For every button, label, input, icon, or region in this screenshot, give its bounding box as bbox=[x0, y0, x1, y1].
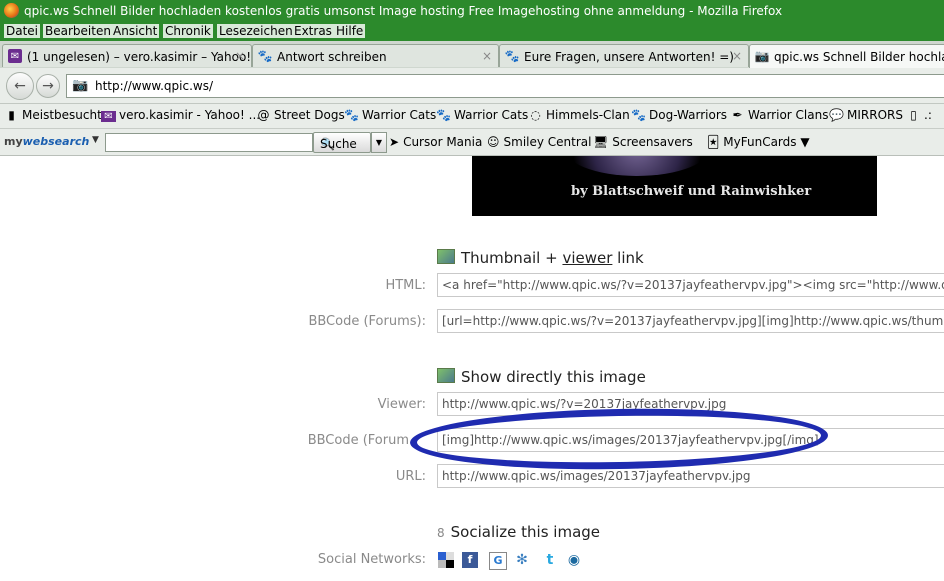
bookmark-mirrors[interactable]: 💬 MIRRORS bbox=[829, 108, 903, 124]
html-label: HTML: bbox=[385, 278, 426, 293]
bookmark-icon: ▮ bbox=[8, 108, 15, 122]
viewer-label: Viewer: bbox=[377, 397, 426, 412]
close-icon[interactable]: × bbox=[235, 49, 245, 63]
arrow-right-icon: → bbox=[42, 78, 54, 94]
mywebsearch-toolbar: mywebsearch ▼ 🔍 Suche ▼ ➤ Cursor Mania ☺ Sm… bbox=[0, 129, 944, 156]
bookmark-yahoo[interactable]: ✉ vero.kasimir - Yahoo! ... bbox=[101, 108, 260, 124]
tab-bar: ✉ (1 ungelesen) – vero.kasimir – Yahoo!.… bbox=[0, 41, 944, 69]
menu-extras[interactable]: Extras bbox=[292, 24, 334, 38]
menu-lesezeichen[interactable]: Lesezeichen bbox=[217, 24, 295, 38]
url-label: URL: bbox=[395, 469, 426, 484]
paw-icon: 🐾 bbox=[504, 49, 520, 63]
search-dropdown-button[interactable]: ▼ bbox=[371, 132, 387, 153]
search-input[interactable] bbox=[105, 133, 313, 152]
bookmark-himmels-clan[interactable]: ◌ Himmels-Clan bbox=[528, 108, 629, 124]
bookmark-warrior-cats-2[interactable]: 🐾 Warrior Cats bbox=[436, 108, 528, 124]
tab-eure-fragen[interactable]: 🐾 Eure Fragen, unsere Antworten! =) × bbox=[499, 44, 749, 67]
banner-artwork bbox=[562, 156, 712, 176]
paw-icon: 🐾 bbox=[257, 49, 273, 63]
tab-label: Antwort schreiben bbox=[277, 50, 387, 64]
bookmark-dog-warriors[interactable]: 🐾 Dog-Warriors bbox=[631, 108, 727, 124]
card-icon: 🃏 bbox=[707, 135, 720, 149]
feather-icon: ✒ bbox=[732, 108, 743, 122]
google-icon[interactable]: G bbox=[489, 552, 507, 570]
twitter-icon[interactable]: t bbox=[542, 552, 558, 568]
mywebsearch-logo: mywebsearch bbox=[4, 135, 90, 148]
link-cursor-mania[interactable]: ➤ Cursor Mania bbox=[389, 135, 482, 149]
bookmark-meistbesucht[interactable]: ▮ Meistbesucht bbox=[4, 108, 102, 124]
link-smiley-central[interactable]: ☺ Smiley Central bbox=[487, 135, 591, 149]
chevron-down-icon[interactable]: ▼ bbox=[92, 135, 99, 145]
navigation-toolbar: ← → 📷 http://www.qpic.ws/ bbox=[0, 68, 944, 104]
bookmark-warrior-clans[interactable]: ✒ Warrior Clans bbox=[730, 108, 828, 124]
viewer-link[interactable]: viewer bbox=[562, 249, 612, 267]
url-text[interactable]: http://www.qpic.ws/ bbox=[95, 79, 213, 93]
spiral-icon: @ bbox=[257, 108, 270, 122]
facebook-icon[interactable]: f bbox=[462, 552, 478, 568]
bookmark-street-dogs[interactable]: @ Street Dogs bbox=[256, 108, 345, 124]
paw-icon: 🐾 bbox=[344, 108, 359, 122]
menu-datei[interactable]: Datei bbox=[4, 24, 41, 38]
camera-icon: 📷 bbox=[72, 78, 89, 93]
window-title: qpic.ws Schnell Bilder hochladen kostenl… bbox=[24, 4, 783, 18]
tab-antwort-schreiben[interactable]: 🐾 Antwort schreiben × bbox=[252, 44, 499, 67]
banner-credit: by Blattschweif und Rainwishker bbox=[571, 184, 812, 199]
direct-section-title: Show directly this image bbox=[437, 368, 646, 386]
thumbnail-section-title: Thumbnail + viewer link bbox=[437, 249, 644, 267]
menu-bar: Datei Bearbeiten Ansicht Chronik Lesezei… bbox=[0, 22, 944, 41]
tab-qpic[interactable]: 📷 qpic.ws Schnell Bilder hochladen bbox=[749, 44, 944, 69]
menu-bearbeiten[interactable]: Bearbeiten bbox=[43, 24, 113, 38]
thumbnail-icon bbox=[437, 249, 455, 264]
tab-yahoo-mail[interactable]: ✉ (1 ungelesen) – vero.kasimir – Yahoo!.… bbox=[2, 44, 252, 67]
speech-icon: 💬 bbox=[829, 108, 844, 122]
bbcode-thumb-field[interactable]: [url=http://www.qpic.ws/?v=20137jayfeath… bbox=[437, 309, 944, 333]
url-bar[interactable]: 📷 http://www.qpic.ws/ bbox=[66, 74, 944, 98]
page-content: by Blattschweif und Rainwishker Thumbnai… bbox=[0, 156, 944, 581]
share-icon: 8 bbox=[437, 526, 445, 540]
html-code-field[interactable]: <a href="http://www.qpic.ws/?v=20137jayf… bbox=[437, 273, 944, 297]
bookmark-warrior-cats-1[interactable]: 🐾 Warrior Cats bbox=[344, 108, 436, 124]
social-section-title: 8 Socialize this image bbox=[437, 523, 601, 541]
bookmarks-toolbar: ▮ Meistbesucht ✉ vero.kasimir - Yahoo! ...… bbox=[0, 104, 944, 129]
menu-chronik[interactable]: Chronik bbox=[163, 24, 213, 38]
monitor-icon: 🖥 bbox=[593, 135, 609, 149]
search-button[interactable]: 🔍 Suche bbox=[313, 132, 371, 153]
image-icon bbox=[437, 368, 455, 383]
camera-icon: 📷 bbox=[754, 49, 770, 63]
star-icon[interactable]: ✻ bbox=[514, 552, 530, 568]
firefox-icon bbox=[4, 3, 19, 18]
delicious-icon[interactable] bbox=[438, 552, 454, 568]
smiley-icon: ☺ bbox=[487, 135, 500, 149]
social-networks-label: Social Networks: bbox=[317, 552, 426, 567]
close-icon[interactable]: × bbox=[732, 49, 742, 63]
menu-ansicht[interactable]: Ansicht bbox=[111, 24, 160, 38]
back-button[interactable]: ← bbox=[6, 72, 34, 100]
bbcode-direct-label: BBCode (Forum bbox=[307, 433, 409, 448]
eye-icon[interactable]: ◉ bbox=[566, 552, 582, 568]
paw-icon: 🐾 bbox=[631, 108, 646, 122]
menu-hilfe[interactable]: Hilfe bbox=[334, 24, 366, 38]
cursor-icon: ➤ bbox=[389, 135, 400, 149]
window-title-bar: qpic.ws Schnell Bilder hochladen kostenl… bbox=[0, 0, 944, 22]
forward-button[interactable]: → bbox=[36, 74, 60, 98]
bookmark-more[interactable]: ▯.: bbox=[906, 108, 932, 124]
circle-icon: ◌ bbox=[530, 108, 541, 122]
tab-label: (1 ungelesen) – vero.kasimir – Yahoo!... bbox=[27, 50, 252, 64]
link-screensavers[interactable]: 🖥 Screensavers bbox=[593, 135, 693, 149]
tab-label: Eure Fragen, unsere Antworten! =) bbox=[524, 50, 734, 64]
bbcode-thumb-label: BBCode (Forums): bbox=[308, 314, 426, 329]
close-icon[interactable]: × bbox=[482, 49, 492, 63]
yahoo-mail-icon: ✉ bbox=[101, 111, 116, 122]
page-icon: ▯ bbox=[910, 108, 917, 122]
paw-icon: 🐾 bbox=[436, 108, 451, 122]
link-myfuncards[interactable]: 🃏 MyFunCards ▼ bbox=[707, 135, 810, 149]
yahoo-mail-icon: ✉ bbox=[8, 49, 22, 63]
tab-label: qpic.ws Schnell Bilder hochladen bbox=[774, 50, 944, 64]
banner-image: by Blattschweif und Rainwishker bbox=[472, 156, 877, 216]
url-field[interactable]: http://www.qpic.ws/images/20137jayfeathe… bbox=[437, 464, 944, 488]
arrow-left-icon: ← bbox=[14, 78, 26, 94]
